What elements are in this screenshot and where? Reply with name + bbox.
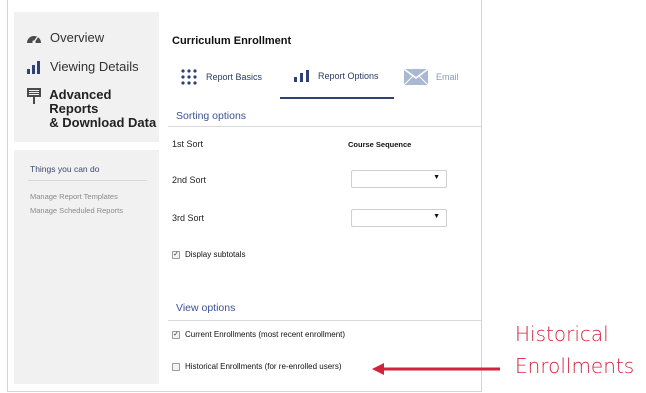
checkbox-label: Current Enrollments (most recent enrollm… bbox=[185, 330, 346, 339]
sort-2-select[interactable]: ▼ bbox=[351, 170, 447, 188]
sort-1-label: 1st Sort bbox=[172, 139, 204, 149]
tab-report-options[interactable]: Report Options bbox=[280, 55, 394, 99]
annotation-line-1: Historical bbox=[515, 322, 609, 346]
sort-3-select[interactable]: ▼ bbox=[351, 209, 447, 227]
label-line-1: Advanced Reports bbox=[49, 87, 112, 116]
sidebar-nav: Overview Viewing Details Advanced Report… bbox=[14, 12, 159, 142]
manage-scheduled-reports-link[interactable]: Manage Scheduled Reports bbox=[30, 206, 123, 215]
sidebar-item-overview[interactable]: Overview bbox=[26, 30, 104, 46]
sidebar-item-label: Overview bbox=[50, 30, 105, 45]
tab-label: Report Options bbox=[318, 71, 379, 81]
section-title: Sorting options bbox=[176, 110, 247, 122]
sort-2-label: 2nd Sort bbox=[172, 175, 207, 185]
historical-enrollments-checkbox[interactable]: Historical Enrollments (for re-enrolled … bbox=[172, 362, 342, 371]
things-title: Things you can do bbox=[30, 164, 100, 174]
display-subtotals-checkbox[interactable]: ✓ Display subtotals bbox=[172, 250, 245, 259]
speedometer-icon bbox=[26, 30, 42, 46]
report-sign-icon bbox=[26, 88, 41, 104]
things-you-can-do-panel: Things you can do Manage Report Template… bbox=[14, 150, 159, 384]
label-line-2: & Download Data bbox=[49, 115, 157, 130]
dots-grid-icon bbox=[180, 69, 198, 85]
section-title: View options bbox=[176, 302, 236, 314]
sidebar-item-advanced-reports[interactable]: Advanced Reports & Download Data bbox=[26, 88, 159, 130]
sidebar-item-label: Viewing Details bbox=[50, 59, 139, 74]
sidebar-item-viewing-details[interactable]: Viewing Details bbox=[26, 59, 139, 75]
current-enrollments-checkbox[interactable]: ✓ Current Enrollments (most recent enrol… bbox=[172, 330, 345, 339]
sidebar-item-label: Advanced Reports & Download Data bbox=[49, 88, 159, 130]
view-options-header: View options bbox=[168, 294, 482, 321]
report-tabs: Report Basics Report Options Email bbox=[168, 55, 482, 99]
tab-label: Report Basics bbox=[206, 72, 263, 82]
bar-chart-icon bbox=[26, 59, 42, 75]
checkbox-checked-icon[interactable]: ✓ bbox=[172, 330, 180, 339]
sorting-options-header: Sorting options bbox=[168, 100, 482, 127]
annotation-arrow bbox=[372, 363, 500, 375]
sort-1-value[interactable]: Course Sequence bbox=[348, 140, 411, 149]
checkbox-label: Historical Enrollments (for re-enrolled … bbox=[185, 362, 342, 371]
sort-3-label: 3rd Sort bbox=[172, 213, 205, 223]
tab-report-basics[interactable]: Report Basics bbox=[180, 55, 262, 99]
historical-enrollments-annotation: Historical Enrollments bbox=[515, 318, 634, 382]
checkbox-unchecked-icon[interactable] bbox=[172, 362, 180, 371]
bar-chart-icon bbox=[294, 70, 310, 82]
manage-report-templates-link[interactable]: Manage Report Templates bbox=[30, 192, 118, 201]
tab-email[interactable]: Email bbox=[404, 55, 459, 99]
envelope-icon bbox=[404, 69, 428, 85]
divider bbox=[28, 180, 147, 181]
annotation-line-2: Enrollments bbox=[515, 354, 635, 378]
checkbox-checked-icon[interactable]: ✓ bbox=[172, 250, 180, 259]
page-title: Curriculum Enrollment bbox=[172, 35, 292, 47]
chevron-down-icon: ▼ bbox=[433, 174, 440, 181]
tab-label: Email bbox=[436, 72, 459, 82]
checkbox-label: Display subtotals bbox=[185, 250, 246, 259]
chevron-down-icon: ▼ bbox=[433, 213, 440, 220]
